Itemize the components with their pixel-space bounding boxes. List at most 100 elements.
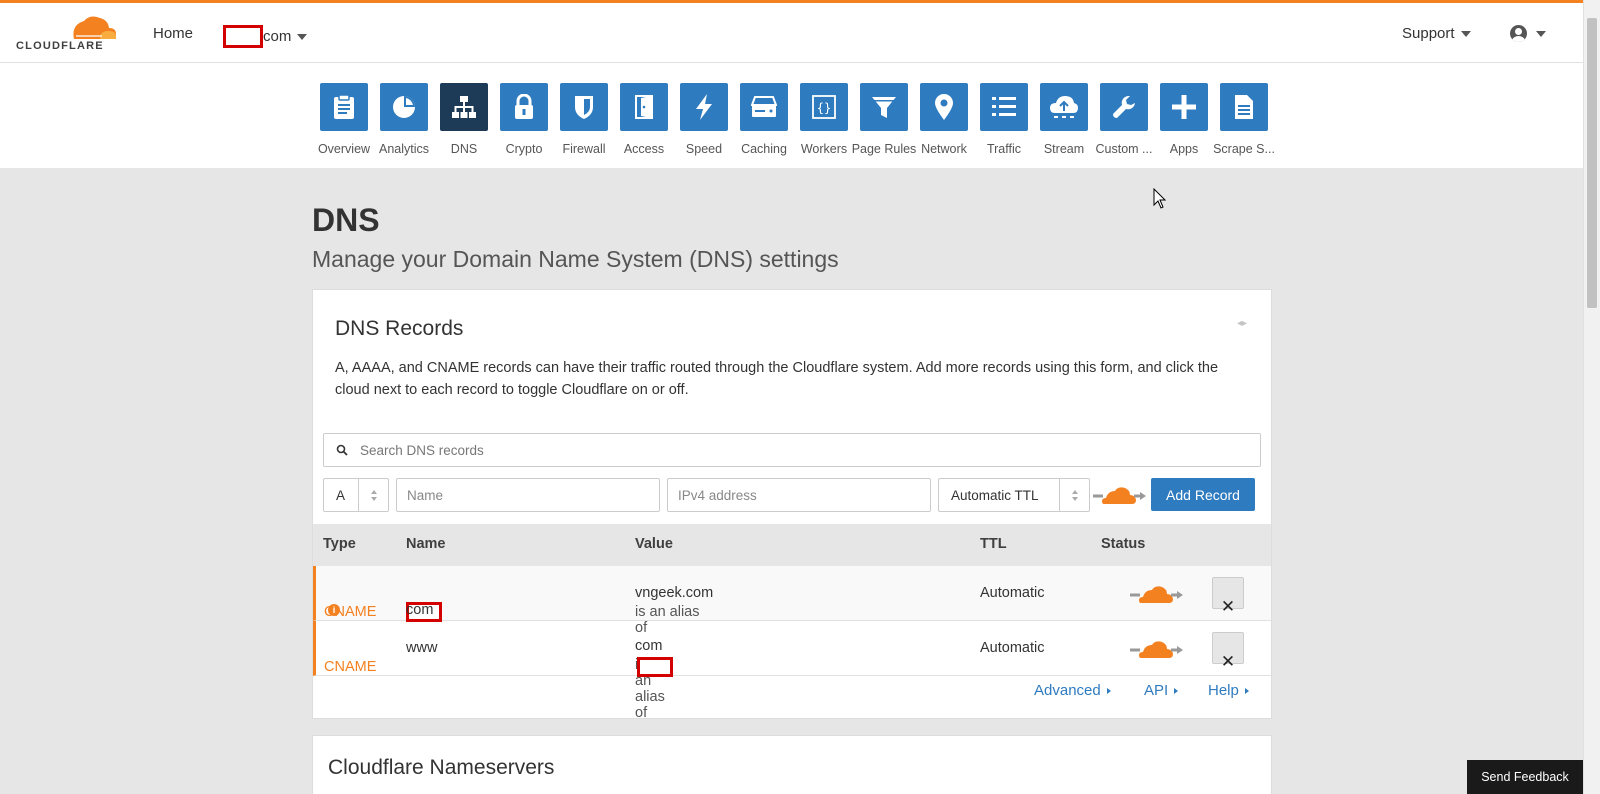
lock-icon [515,94,533,119]
cloud-logo-icon [73,16,116,39]
server-icon [751,96,777,117]
record-ttl[interactable]: Automatic [980,585,1044,601]
support-menu[interactable]: Support [1402,25,1471,42]
app-navigation: Overview Analytics DNS Crypto Firewall A… [0,63,1583,168]
record-type-value: A [336,487,346,503]
cloud-upload-icon [1050,96,1078,118]
send-feedback-button[interactable]: Send Feedback [1467,760,1583,794]
app-crypto[interactable]: Crypto [494,83,554,156]
nav-home-link[interactable]: Home [153,25,193,42]
cloudflare-logo[interactable]: CLOUDFLARE [16,15,118,55]
domain-selector[interactable]: com [223,25,308,48]
search-input[interactable] [360,442,1240,458]
add-record-form: A Automatic TTL Add Record [323,478,1263,512]
lightning-icon [696,94,712,120]
chevron-down-icon [1460,30,1471,37]
app-scrape-shield[interactable]: Scrape S... [1213,83,1275,156]
close-icon: ✕ [1220,597,1236,616]
select-arrows-icon [358,479,388,511]
app-caching[interactable]: Caching [734,83,794,156]
redacted-alias-target [637,657,673,677]
column-type[interactable]: Type [323,536,356,552]
app-analytics[interactable]: Analytics [374,83,434,156]
svg-text:{}: {} [817,101,831,115]
chevron-down-icon [1536,30,1546,37]
scrollbar-thumb[interactable] [1587,18,1597,308]
caret-right-icon [1106,687,1111,694]
help-link[interactable]: Help [1208,682,1249,699]
nameservers-card: Cloudflare Nameservers [312,735,1272,794]
dns-table-header: Type Name Value TTL Status [313,524,1271,566]
app-speed[interactable]: Speed [674,83,734,156]
dns-records-description: A, AAAA, and CNAME records can have thei… [335,360,1219,398]
user-avatar-icon [1510,25,1527,42]
app-page-rules[interactable]: Page Rules [852,83,916,156]
shield-icon [575,96,593,119]
search-icon [336,444,348,456]
proxy-cloud-toggle-icon[interactable] [1130,638,1184,660]
search-dns-records [323,433,1261,467]
app-firewall[interactable]: Firewall [554,83,614,156]
app-custom[interactable]: Custom ... [1094,83,1154,156]
table-row[interactable]: CNAME www is an alias of com Automatic ✕ [313,621,1271,721]
name-input[interactable] [397,487,659,503]
api-link[interactable]: API [1144,682,1179,699]
wrench-icon [1113,96,1135,118]
app-dns[interactable]: DNS [434,83,494,156]
expand-collapse-icon[interactable]: ◂▸ [1237,318,1247,329]
redacted-domain-name [223,25,263,48]
app-network[interactable]: Network [914,83,974,156]
column-ttl[interactable]: TTL [980,536,1007,552]
name-field [396,478,660,512]
value-field [667,478,931,512]
mouse-cursor-icon [1153,188,1167,209]
proxy-cloud-toggle-icon[interactable] [1093,484,1147,506]
page-subtitle: Manage your Domain Name System (DNS) set… [312,246,839,272]
column-value[interactable]: Value [635,536,673,552]
page-title: DNS [312,202,380,238]
close-icon: ✕ [1220,652,1236,671]
add-record-button[interactable]: Add Record [1151,478,1255,511]
app-traffic[interactable]: Traffic [974,83,1034,156]
column-name[interactable]: Name [406,536,446,552]
document-icon [1235,95,1253,119]
record-value[interactable]: is an alias of vngeek.com [635,585,713,636]
page-scrollbar[interactable] [1583,0,1600,794]
plus-icon [1172,95,1196,119]
app-stream[interactable]: Stream [1034,83,1094,156]
delete-record-button[interactable]: ✕ [1212,577,1244,616]
chevron-down-icon [297,33,308,40]
ipv4-address-input[interactable] [668,487,930,503]
user-menu[interactable] [1510,25,1546,42]
info-icon[interactable]: i [328,604,340,616]
app-overview[interactable]: Overview [314,83,374,156]
column-status[interactable]: Status [1101,536,1145,552]
ttl-select[interactable]: Automatic TTL [938,478,1090,512]
record-type-select[interactable]: A [323,478,389,512]
dns-records-title: DNS Records [335,317,464,340]
app-workers[interactable]: {} Workers [794,83,854,156]
app-access[interactable]: Access [614,83,674,156]
domain-suffix: com [263,28,292,45]
top-navigation-bar: CLOUDFLARE Home com Support [0,0,1583,63]
caret-right-icon [1244,687,1249,694]
proxy-cloud-toggle-icon[interactable] [1130,583,1184,605]
advanced-link[interactable]: Advanced [1034,682,1111,699]
dns-records-card: DNS Records ◂▸ A, AAAA, and CNAME record… [312,289,1272,721]
caret-right-icon [1174,687,1179,694]
pie-chart-icon [393,96,415,118]
record-name[interactable]: www [406,640,437,656]
support-label: Support [1402,25,1455,42]
record-value[interactable]: is an alias of com [635,638,673,721]
nameservers-title: Cloudflare Nameservers [328,756,555,779]
clipboard-icon [334,94,354,119]
table-row[interactable]: CNAME i com is an alias of vngeek.com Au… [313,566,1271,636]
app-apps[interactable]: Apps [1154,83,1214,156]
ttl-value: Automatic TTL [951,487,1039,503]
list-icon [992,97,1016,116]
code-brackets-icon: {} [812,95,836,119]
delete-record-button[interactable]: ✕ [1212,632,1244,671]
record-ttl[interactable]: Automatic [980,640,1044,656]
filter-icon [872,97,896,118]
map-pin-icon [935,94,953,120]
